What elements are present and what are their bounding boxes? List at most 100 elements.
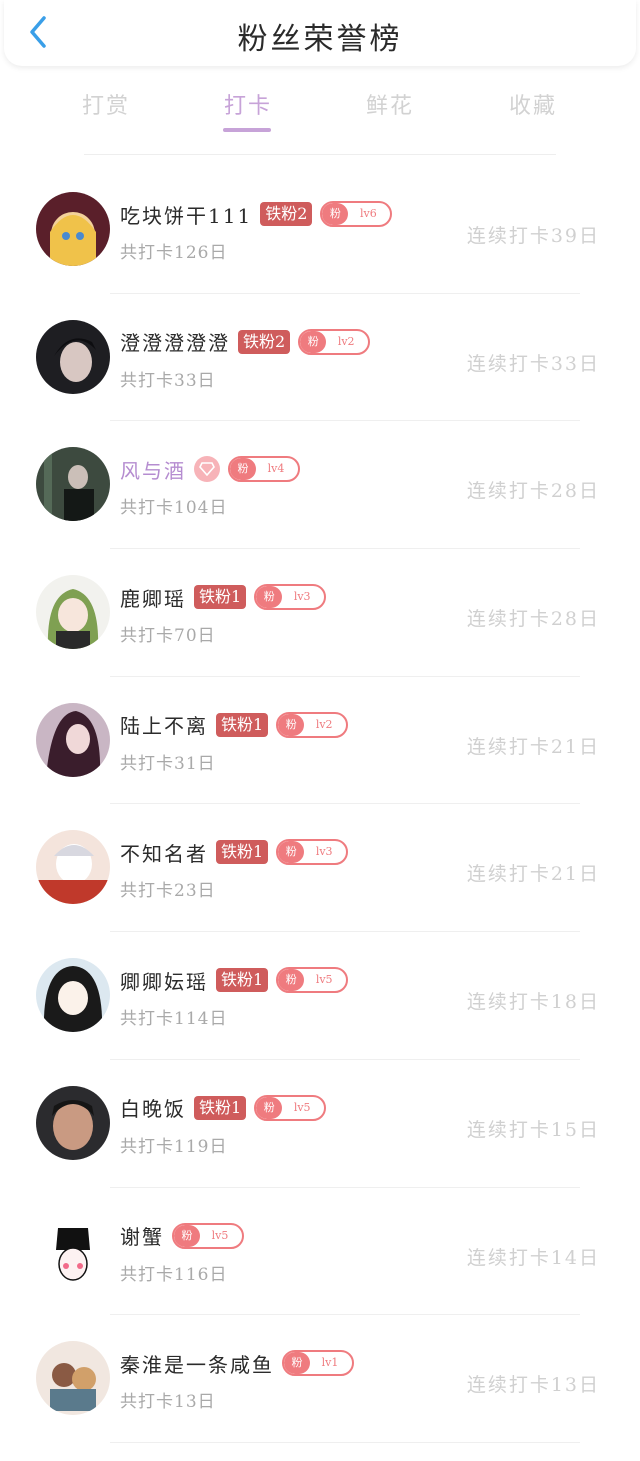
avatar[interactable]: [36, 1213, 110, 1288]
avatar-image: [36, 192, 110, 266]
avatar-image: [36, 1085, 110, 1160]
fan-name[interactable]: 白晚饭: [120, 1093, 186, 1122]
fan-level-badge: 粉 lv1: [282, 1350, 354, 1377]
tab-reward[interactable]: 打赏: [56, 88, 156, 120]
fan-level-text: lv6: [360, 207, 377, 220]
total-checkins: 共打卡23日: [120, 881, 216, 902]
avatar-image: [36, 447, 110, 522]
avatar[interactable]: [36, 702, 110, 777]
fan-badge-label: 粉: [322, 203, 349, 225]
fan-row[interactable]: 风与酒 粉 lv4 共打卡104日 连续打卡28日: [0, 421, 640, 550]
checkin-streak: 连续打卡18日: [466, 991, 600, 1014]
fan-row[interactable]: 白晚饭 铁粉1 粉 lv5 共打卡119日 连续打卡15日: [0, 1060, 640, 1188]
tab-favorites[interactable]: 收藏: [483, 88, 583, 120]
fan-row[interactable]: 不知名者 铁粉1 粉 lv3 共打卡23日 连续打卡21日: [0, 804, 640, 933]
fan-badge-label: 粉: [278, 841, 305, 864]
fan-row[interactable]: 吃块饼干111 铁粉2 粉 lv6 共打卡126日 连续打卡39日: [0, 166, 640, 294]
avatar[interactable]: [36, 192, 110, 266]
iron-fan-badge: 铁粉1: [194, 585, 247, 610]
total-checkins: 共打卡114日: [120, 1009, 228, 1030]
name-line: 谢蟹 粉 lv5: [120, 1221, 244, 1251]
fan-level-badge: 粉 lv3: [254, 584, 327, 611]
diamond-icon: [194, 456, 220, 483]
total-checkins: 共打卡104日: [120, 498, 228, 519]
checkin-streak: 连续打卡21日: [466, 735, 600, 758]
tab-bar: 打赏 打卡 鲜花 收藏: [0, 82, 640, 138]
name-line: 秦淮是一条咸鱼 粉 lv1: [120, 1348, 354, 1378]
fan-row[interactable]: 澄澄澄澄澄 铁粉2 粉 lv2 共打卡33日 连续打卡33日: [0, 294, 640, 422]
tab-flowers[interactable]: 鲜花: [340, 88, 440, 120]
fan-row[interactable]: 卿卿妘瑶 铁粉1 粉 lv5 共打卡114日 连续打卡18日: [0, 932, 640, 1060]
fan-badge-label: 粉: [278, 713, 305, 736]
checkin-streak: 连续打卡39日: [466, 225, 600, 247]
top-bar: 粉丝荣誉榜: [4, 0, 636, 66]
name-line: 白晚饭 铁粉1 粉 lv5: [120, 1093, 327, 1123]
tab-checkin[interactable]: 打卡: [198, 88, 298, 132]
iron-fan-badge: 铁粉1: [216, 840, 269, 865]
avatar-image: [36, 958, 110, 1033]
name-line: 澄澄澄澄澄 铁粉2 粉 lv2: [120, 327, 371, 357]
fan-name[interactable]: 卿卿妘瑶: [120, 966, 208, 995]
fan-level-badge: 粉 lv5: [276, 967, 349, 994]
fan-badge-label: 粉: [230, 458, 256, 481]
fan-level-badge: 粉 lv4: [228, 456, 300, 483]
avatar[interactable]: [36, 1085, 110, 1160]
fan-list: 吃块饼干111 铁粉2 粉 lv6 共打卡126日 连续打卡39日 澄澄澄澄澄 …: [0, 166, 640, 1443]
avatar[interactable]: [36, 575, 110, 650]
total-checkins: 共打卡70日: [120, 626, 216, 647]
row-divider: [110, 1441, 580, 1443]
avatar[interactable]: [36, 1341, 110, 1416]
fan-level-text: lv3: [293, 590, 311, 604]
avatar-image: [36, 830, 110, 905]
fan-level-text: lv1: [321, 1356, 339, 1370]
fan-name[interactable]: 谢蟹: [120, 1221, 164, 1250]
checkin-streak: 连续打卡21日: [466, 863, 600, 886]
total-checkins: 共打卡116日: [120, 1264, 228, 1285]
active-tab-indicator: [223, 128, 271, 132]
fan-name[interactable]: 不知名者: [120, 838, 208, 867]
iron-fan-badge: 铁粉2: [260, 202, 313, 226]
total-checkins: 共打卡13日: [120, 1392, 216, 1413]
fan-badge-label: 粉: [256, 586, 283, 609]
fan-row[interactable]: 鹿卿瑶 铁粉1 粉 lv3 共打卡70日 连续打卡28日: [0, 549, 640, 677]
name-line: 不知名者 铁粉1 粉 lv3: [120, 837, 349, 867]
fan-badge-label: 粉: [284, 1352, 310, 1375]
avatar-image: [36, 702, 110, 777]
checkin-streak: 连续打卡15日: [466, 1118, 600, 1141]
name-line: 风与酒 粉 lv4: [120, 454, 300, 484]
fan-row[interactable]: 谢蟹 粉 lv5 共打卡116日 连续打卡14日: [0, 1188, 640, 1316]
checkin-streak: 连续打卡14日: [466, 1246, 600, 1269]
fan-row[interactable]: 陆上不离 铁粉1 粉 lv2 共打卡31日 连续打卡21日: [0, 677, 640, 805]
checkin-streak: 连续打卡33日: [466, 352, 600, 375]
fan-row[interactable]: 秦淮是一条咸鱼 粉 lv1 共打卡13日 连续打卡13日: [0, 1315, 640, 1443]
fan-level-text: lv4: [267, 462, 285, 476]
page-title: 粉丝荣誉榜: [237, 22, 403, 57]
total-checkins: 共打卡119日: [120, 1136, 228, 1157]
checkin-streak: 连续打卡13日: [466, 1374, 600, 1397]
avatar[interactable]: [36, 319, 110, 394]
avatar-image: [36, 319, 110, 394]
iron-fan-badge: 铁粉1: [216, 968, 269, 993]
fan-name[interactable]: 吃块饼干111: [120, 200, 252, 229]
fan-level-badge: 粉 lv5: [172, 1222, 244, 1249]
total-checkins: 共打卡31日: [120, 753, 216, 774]
avatar-image: [36, 1341, 110, 1416]
fan-name[interactable]: 风与酒: [120, 455, 186, 484]
avatar-image: [36, 1213, 110, 1288]
avatar[interactable]: [36, 958, 110, 1033]
iron-fan-badge: 铁粉1: [216, 712, 269, 737]
fan-level-text: lv2: [315, 717, 333, 731]
fan-name[interactable]: 澄澄澄澄澄: [120, 327, 230, 356]
fan-name[interactable]: 陆上不离: [120, 710, 208, 739]
fan-name[interactable]: 秦淮是一条咸鱼: [120, 1349, 274, 1378]
avatar[interactable]: [36, 447, 110, 522]
fan-level-text: lv5: [211, 1228, 229, 1242]
total-checkins: 共打卡33日: [120, 370, 216, 391]
name-line: 卿卿妘瑶 铁粉1 粉 lv5: [120, 965, 349, 995]
avatar[interactable]: [36, 830, 110, 905]
fan-level-text: lv2: [337, 334, 355, 348]
fan-level-text: lv5: [293, 1100, 311, 1114]
fan-level-text: lv3: [315, 845, 333, 859]
fan-level-text: lv5: [315, 973, 333, 987]
fan-name[interactable]: 鹿卿瑶: [120, 583, 186, 612]
